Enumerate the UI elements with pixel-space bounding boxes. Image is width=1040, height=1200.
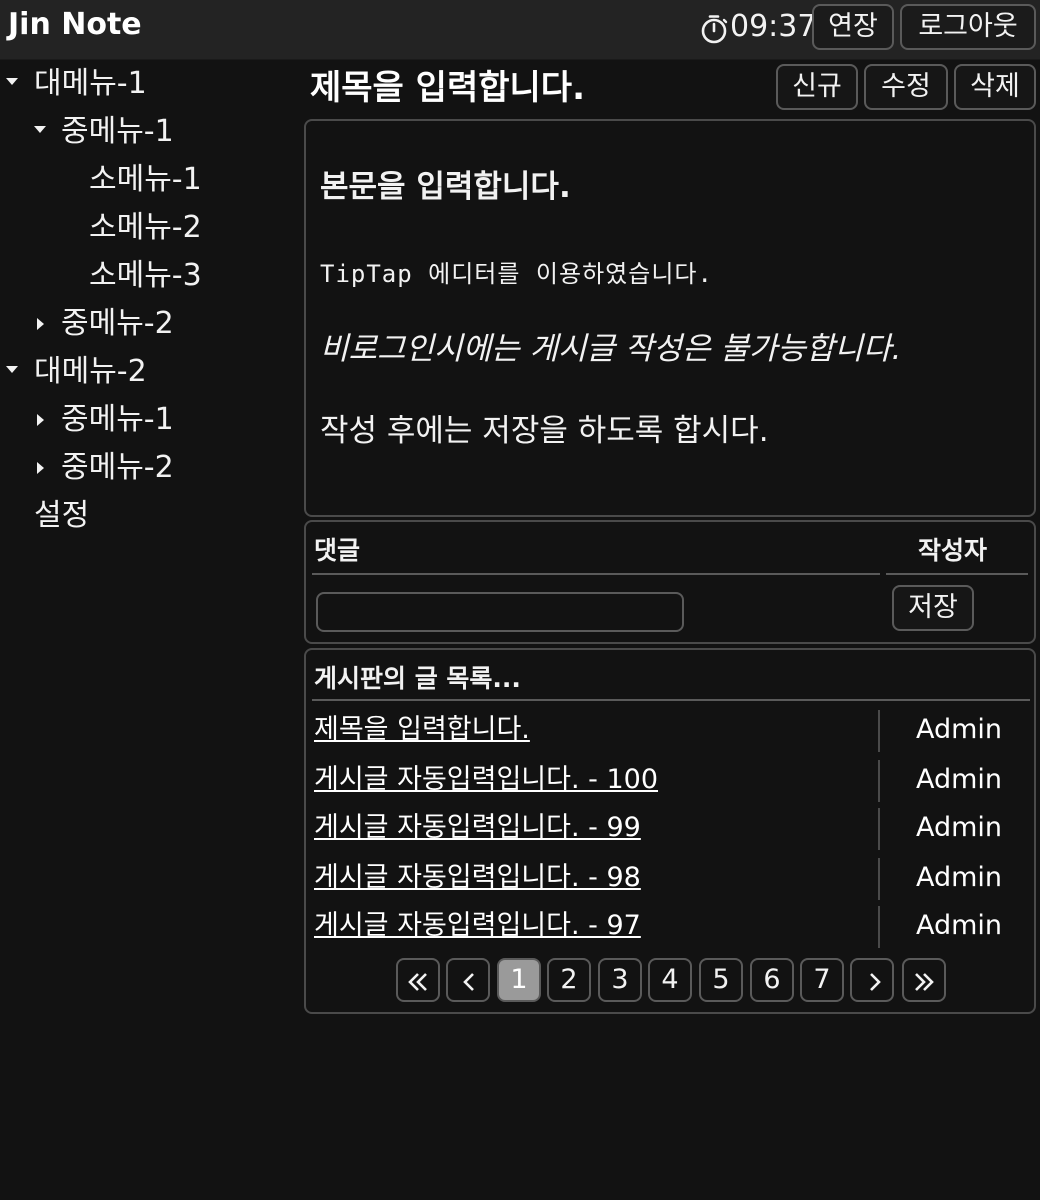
editor-heading: 본문을 입력합니다. bbox=[320, 169, 571, 205]
sidebar-item-settings[interactable]: 설정 bbox=[34, 494, 89, 538]
post-link[interactable]: 게시글 자동입력입니다. - 100 bbox=[314, 758, 658, 802]
session-timer: 09:37 bbox=[730, 9, 817, 44]
save-comment-button[interactable]: 저장 bbox=[892, 585, 974, 631]
board-list-title: 게시판의 글 목록... bbox=[314, 664, 521, 693]
editor-code-line: TipTap 에디터를 이용하였습니다. bbox=[320, 260, 713, 288]
logout-button[interactable]: 로그아웃 bbox=[900, 4, 1036, 50]
post-author: Admin bbox=[915, 862, 1003, 893]
caret-right-icon[interactable] bbox=[37, 302, 49, 346]
divider bbox=[878, 760, 880, 802]
comment-input[interactable] bbox=[316, 592, 684, 632]
app-header: Jin Note 09:37 연장 로그아웃 bbox=[0, 0, 1040, 60]
board-list-panel: 게시판의 글 목록... 제목을 입력합니다. Admin 게시글 자동입력입니… bbox=[304, 648, 1036, 1014]
divider bbox=[878, 710, 880, 752]
editor-panel[interactable]: 본문을 입력합니다. TipTap 에디터를 이용하였습니다. 비로그인시에는 … bbox=[304, 119, 1036, 517]
page-button[interactable]: 3 bbox=[598, 958, 642, 1002]
delete-post-button[interactable]: 삭제 bbox=[954, 64, 1036, 110]
edit-post-button[interactable]: 수정 bbox=[864, 64, 948, 110]
app-title: Jin Note bbox=[8, 7, 142, 42]
table-row: 제목을 입력합니다. Admin bbox=[306, 708, 1034, 752]
sidebar-item-label: 대메뉴-2 bbox=[34, 354, 147, 389]
page-button[interactable]: 6 bbox=[750, 958, 794, 1002]
page-button[interactable]: 2 bbox=[547, 958, 591, 1002]
page-button[interactable]: 7 bbox=[800, 958, 844, 1002]
divider bbox=[878, 858, 880, 900]
sidebar-item-label: 중메뉴-2 bbox=[61, 450, 174, 485]
caret-right-icon[interactable] bbox=[37, 398, 49, 442]
editor-italic-line: 비로그인시에는 게시글 작성은 불가능합니다. bbox=[320, 331, 902, 367]
divider bbox=[886, 573, 1028, 575]
sidebar-item-label: 대메뉴-1 bbox=[34, 66, 147, 101]
last-page-button[interactable] bbox=[902, 958, 946, 1002]
sidebar-item-label: 중메뉴-2 bbox=[61, 306, 174, 341]
divider bbox=[878, 906, 880, 948]
page-button[interactable]: 5 bbox=[699, 958, 743, 1002]
post-link[interactable]: 게시글 자동입력입니다. - 99 bbox=[314, 806, 641, 850]
post-author: Admin bbox=[915, 764, 1003, 795]
table-row: 게시글 자동입력입니다. - 100 Admin bbox=[306, 758, 1034, 802]
new-post-button[interactable]: 신규 bbox=[776, 64, 858, 110]
divider bbox=[312, 699, 1030, 701]
page-button[interactable]: 4 bbox=[648, 958, 692, 1002]
sidebar-item-label: 중메뉴-1 bbox=[61, 114, 174, 149]
post-title: 제목을 입력합니다. bbox=[310, 68, 585, 108]
stopwatch-icon bbox=[700, 14, 728, 44]
divider bbox=[878, 808, 880, 850]
extend-session-button[interactable]: 연장 bbox=[812, 4, 894, 50]
sidebar-item-minor-1[interactable]: 소메뉴-1 bbox=[89, 158, 202, 202]
first-page-button[interactable] bbox=[396, 958, 440, 1002]
table-row: 게시글 자동입력입니다. - 97 Admin bbox=[306, 904, 1034, 948]
sidebar-item-minor-2[interactable]: 소메뉴-2 bbox=[89, 206, 202, 250]
post-author: Admin bbox=[915, 714, 1003, 745]
prev-page-button[interactable] bbox=[446, 958, 490, 1002]
caret-down-icon[interactable] bbox=[6, 350, 18, 394]
divider bbox=[312, 573, 880, 575]
post-link[interactable]: 게시글 자동입력입니다. - 97 bbox=[314, 904, 641, 948]
post-link[interactable]: 제목을 입력합니다. bbox=[314, 708, 530, 752]
author-column-header: 작성자 bbox=[918, 536, 988, 565]
next-page-button[interactable] bbox=[850, 958, 894, 1002]
table-row: 게시글 자동입력입니다. - 98 Admin bbox=[306, 856, 1034, 900]
caret-down-icon[interactable] bbox=[6, 62, 18, 106]
post-author: Admin bbox=[915, 910, 1003, 941]
sidebar-item-label: 중메뉴-1 bbox=[61, 402, 174, 437]
comment-column-header: 댓글 bbox=[314, 536, 361, 565]
caret-right-icon[interactable] bbox=[37, 446, 49, 490]
comment-panel: 댓글 작성자 저장 bbox=[304, 520, 1036, 644]
caret-down-icon[interactable] bbox=[34, 110, 46, 154]
post-author: Admin bbox=[915, 812, 1003, 843]
page-button[interactable]: 1 bbox=[497, 958, 541, 1002]
table-row: 게시글 자동입력입니다. - 99 Admin bbox=[306, 806, 1034, 850]
sidebar-tree: 대메뉴-1 중메뉴-1 소메뉴-1 소메뉴-2 소메뉴-3 중메뉴-2 대메뉴-… bbox=[0, 60, 300, 1200]
editor-normal-line: 작성 후에는 저장을 하도록 합시다. bbox=[320, 413, 769, 449]
sidebar-item-minor-3[interactable]: 소메뉴-3 bbox=[89, 254, 202, 298]
post-link[interactable]: 게시글 자동입력입니다. - 98 bbox=[314, 856, 641, 900]
